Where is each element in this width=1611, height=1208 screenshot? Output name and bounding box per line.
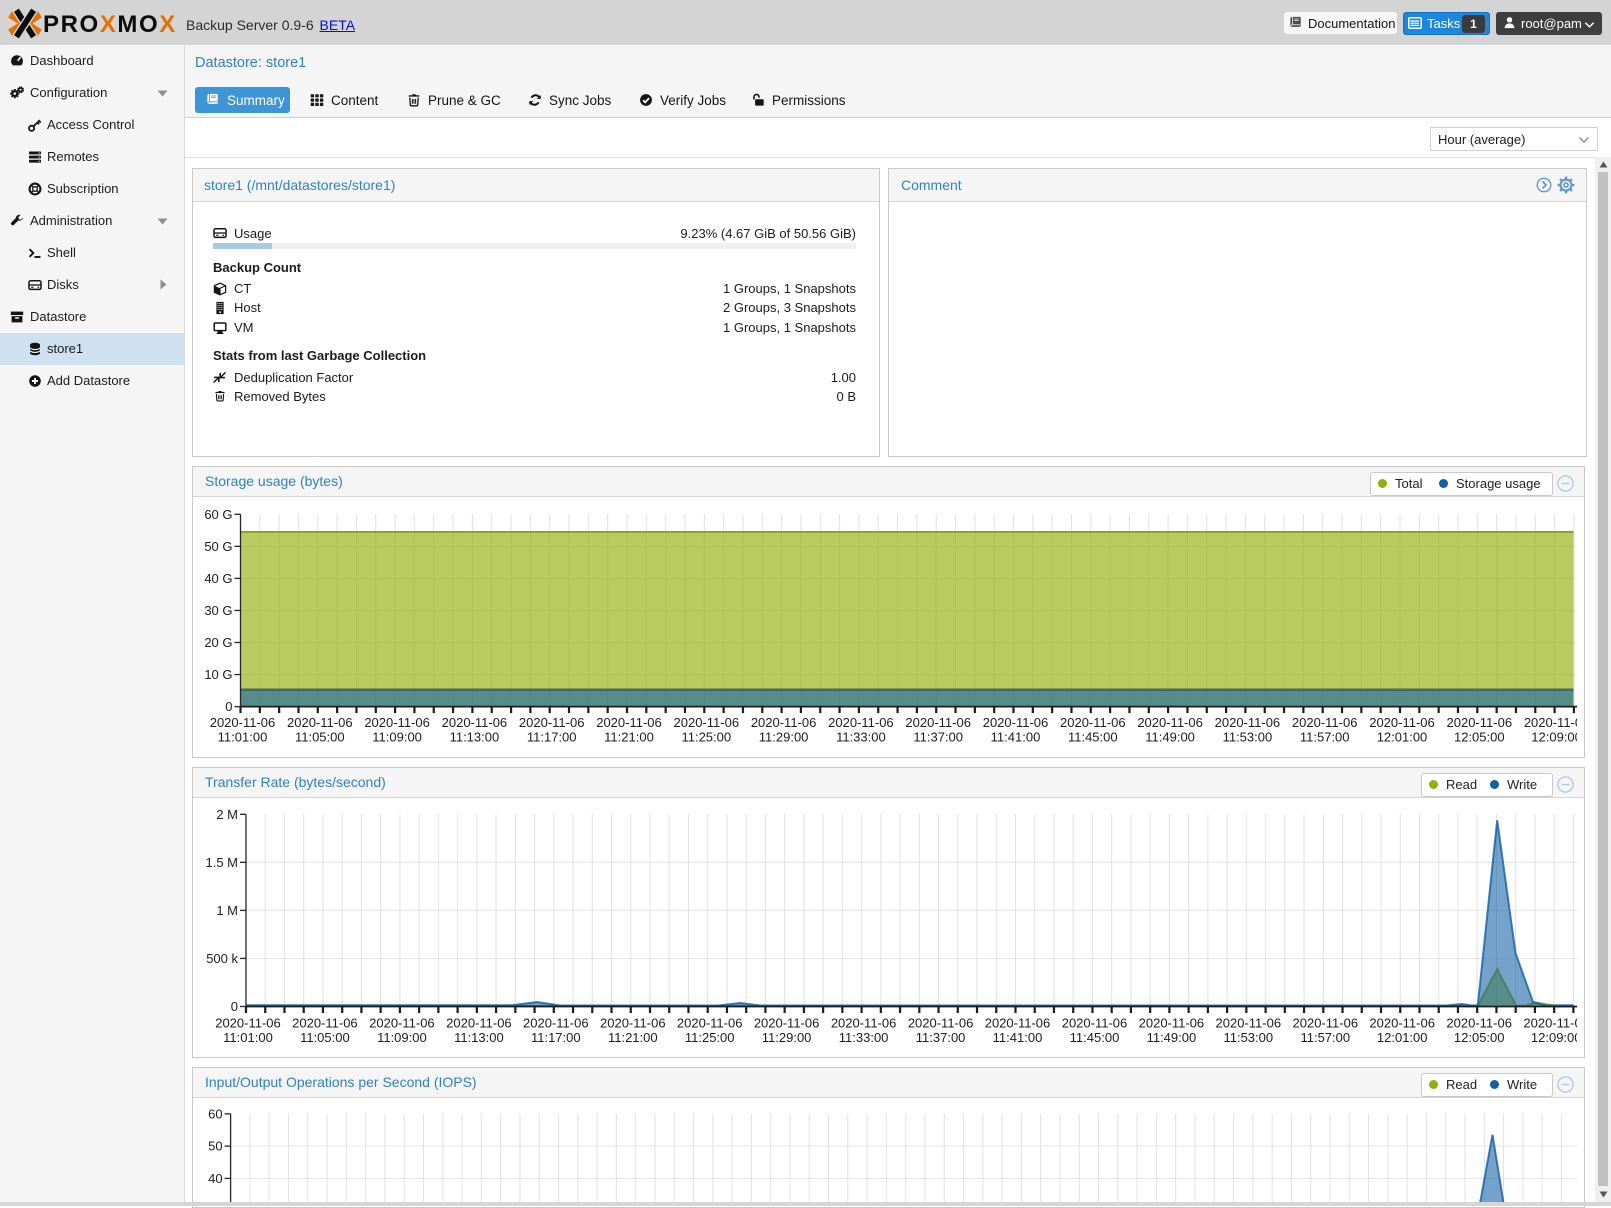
svg-text:11:01:00: 11:01:00 — [223, 1030, 273, 1045]
svg-text:11:09:00: 11:09:00 — [377, 1030, 427, 1045]
svg-text:11:17:00: 11:17:00 — [527, 730, 577, 745]
svg-text:1 M: 1 M — [216, 903, 238, 918]
svg-text:11:29:00: 11:29:00 — [759, 730, 809, 745]
svg-text:12:05:00: 12:05:00 — [1454, 1030, 1505, 1045]
svg-text:11:57:00: 11:57:00 — [1300, 730, 1350, 745]
svg-text:2020-11-06: 2020-11-06 — [1060, 715, 1126, 730]
svg-text:11:01:00: 11:01:00 — [218, 730, 268, 745]
svg-text:2020-11-06: 2020-11-06 — [754, 1016, 820, 1031]
svg-text:2020-11-06: 2020-11-06 — [1293, 1016, 1359, 1031]
svg-text:11:53:00: 11:53:00 — [1223, 1030, 1273, 1045]
svg-text:2020-11-06: 2020-11-06 — [364, 715, 430, 730]
svg-text:40 G: 40 G — [204, 571, 232, 586]
svg-text:2020-11-06: 2020-11-06 — [674, 715, 740, 730]
svg-text:2020-11-06: 2020-11-06 — [1137, 715, 1203, 730]
svg-text:11:33:00: 11:33:00 — [836, 730, 886, 745]
svg-text:12:05:00: 12:05:00 — [1454, 730, 1505, 745]
svg-text:2020-11-06: 2020-11-06 — [1139, 1016, 1205, 1031]
svg-text:11:37:00: 11:37:00 — [916, 1030, 966, 1045]
svg-text:2020-11-06: 2020-11-06 — [519, 715, 585, 730]
svg-text:2020-11-06: 2020-11-06 — [905, 715, 971, 730]
svg-text:11:21:00: 11:21:00 — [604, 730, 654, 745]
svg-text:2020-11-06: 2020-11-06 — [983, 715, 1049, 730]
svg-text:2020-11-06: 2020-11-06 — [985, 1016, 1051, 1031]
svg-text:11:53:00: 11:53:00 — [1223, 730, 1273, 745]
svg-text:11:33:00: 11:33:00 — [839, 1030, 889, 1045]
svg-text:60 G: 60 G — [204, 507, 232, 522]
svg-text:2020-11-06: 2020-11-06 — [1062, 1016, 1128, 1031]
svg-text:2020-11-06: 2020-11-06 — [292, 1016, 358, 1031]
svg-text:2020-11-06: 2020-11-06 — [908, 1016, 974, 1031]
svg-text:11:05:00: 11:05:00 — [295, 730, 345, 745]
svg-text:40: 40 — [208, 1171, 222, 1186]
svg-text:2020-11-06: 2020-11-06 — [1369, 1016, 1435, 1031]
svg-text:12:09:00: 12:09:00 — [1531, 1030, 1577, 1045]
svg-text:2020-11-06: 2020-11-06 — [828, 715, 894, 730]
svg-text:2020-11-06: 2020-11-06 — [600, 1016, 666, 1031]
svg-text:2020-11-06: 2020-11-06 — [287, 715, 353, 730]
svg-text:2020-11-06: 2020-11-06 — [831, 1016, 897, 1031]
svg-text:2020-11-06: 2020-11-06 — [1446, 1016, 1512, 1031]
svg-text:2020-11-06: 2020-11-06 — [751, 715, 817, 730]
svg-text:0: 0 — [225, 699, 232, 714]
svg-text:2020-11-06: 2020-11-06 — [215, 1016, 281, 1031]
svg-text:11:41:00: 11:41:00 — [993, 1030, 1043, 1045]
svg-text:2020-11-06: 2020-11-06 — [1447, 715, 1513, 730]
svg-text:2020-11-06: 2020-11-06 — [446, 1016, 512, 1031]
svg-text:11:25:00: 11:25:00 — [685, 1030, 735, 1045]
svg-text:50 G: 50 G — [204, 539, 232, 554]
svg-text:11:05:00: 11:05:00 — [300, 1030, 350, 1045]
svg-text:11:49:00: 11:49:00 — [1145, 730, 1195, 745]
svg-text:12:01:00: 12:01:00 — [1377, 1030, 1428, 1045]
svg-text:11:37:00: 11:37:00 — [913, 730, 963, 745]
svg-text:0: 0 — [231, 999, 238, 1014]
svg-text:2020-11-06: 2020-11-06 — [677, 1016, 743, 1031]
svg-text:11:25:00: 11:25:00 — [681, 730, 731, 745]
svg-text:20 G: 20 G — [204, 635, 232, 650]
svg-text:30 G: 30 G — [204, 603, 232, 618]
svg-text:2020-11-06: 2020-11-06 — [1523, 1016, 1577, 1031]
svg-text:2020-11-06: 2020-11-06 — [442, 715, 508, 730]
svg-text:2020-11-06: 2020-11-06 — [596, 715, 662, 730]
svg-text:11:45:00: 11:45:00 — [1068, 730, 1118, 745]
svg-text:2 M: 2 M — [216, 807, 238, 822]
svg-text:12:09:00: 12:09:00 — [1531, 730, 1577, 745]
svg-text:2020-11-06: 2020-11-06 — [1215, 715, 1281, 730]
svg-text:11:21:00: 11:21:00 — [608, 1030, 658, 1045]
svg-text:11:49:00: 11:49:00 — [1147, 1030, 1197, 1045]
svg-text:11:45:00: 11:45:00 — [1070, 1030, 1120, 1045]
svg-text:2020-11-06: 2020-11-06 — [1216, 1016, 1282, 1031]
svg-text:2020-11-06: 2020-11-06 — [1292, 715, 1358, 730]
svg-text:2020-11-06: 2020-11-06 — [1369, 715, 1435, 730]
svg-text:11:41:00: 11:41:00 — [991, 730, 1041, 745]
svg-text:11:09:00: 11:09:00 — [372, 730, 422, 745]
svg-text:11:17:00: 11:17:00 — [531, 1030, 581, 1045]
svg-text:2020-11-06: 2020-11-06 — [523, 1016, 589, 1031]
svg-text:11:29:00: 11:29:00 — [762, 1030, 812, 1045]
svg-text:50: 50 — [208, 1139, 222, 1154]
svg-text:11:13:00: 11:13:00 — [450, 730, 500, 745]
svg-text:10 G: 10 G — [204, 667, 232, 682]
svg-text:2020-11-06: 2020-11-06 — [369, 1016, 435, 1031]
svg-text:500 k: 500 k — [206, 951, 238, 966]
svg-text:2020-11-06: 2020-11-06 — [1524, 715, 1577, 730]
svg-text:11:57:00: 11:57:00 — [1300, 1030, 1350, 1045]
svg-text:11:13:00: 11:13:00 — [454, 1030, 504, 1045]
svg-text:2020-11-06: 2020-11-06 — [210, 715, 276, 730]
svg-text:1.5 M: 1.5 M — [205, 855, 238, 870]
svg-text:12:01:00: 12:01:00 — [1377, 730, 1428, 745]
svg-text:60: 60 — [208, 1106, 222, 1121]
